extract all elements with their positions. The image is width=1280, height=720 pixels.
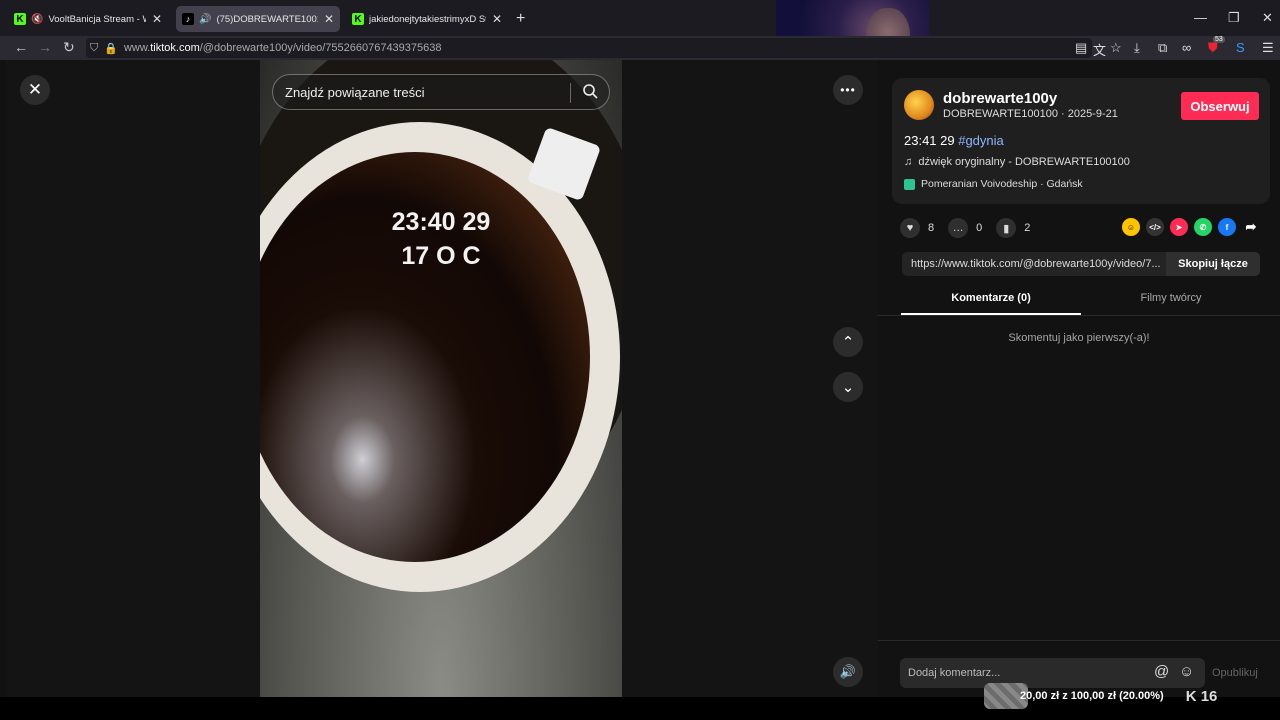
whatsapp-icon[interactable]: ✆ [1194,218,1212,236]
hashtag-link[interactable]: #gdynia [958,133,1004,148]
comment-count: 0 [976,222,983,234]
comment-tabs: Komentarze (0) Filmy twórcy [878,282,1280,316]
goal-text: 20,00 zł z 100,00 zł (20.00%) [1020,690,1164,702]
music-title: dźwięk oryginalny - DOBREWARTE100100 [918,156,1130,168]
comment-icon: … [948,218,969,238]
close-tab-icon[interactable]: ✕ [324,12,334,26]
music-note-icon: ♫ [904,156,913,168]
stream-goal-overlay: 20,00 zł z 100,00 zł (20.00%) K 16 [984,682,1217,710]
bookmark-icon: ▮ [996,218,1017,238]
video-player[interactable]: 23:40 29 17 O C [260,60,622,697]
active-tab-indicator [901,313,1081,315]
video-link-field[interactable]: https://www.tiktok.com/@dobrewarte100y/v… [902,258,1166,270]
video-overlay-time: 23:40 29 [391,208,491,236]
kick-icon: K [352,13,364,25]
reload-button[interactable]: ↻ [63,39,75,56]
url-prefix: www. [123,42,151,54]
browser-tab-3[interactable]: K jakiedonejtytakiestrimyxD Strea ✕ [346,6,508,32]
tab-title: jakiedonejtytakiestrimyxD Strea [369,13,486,25]
extensions-icon[interactable]: ⧉ [1158,40,1167,56]
search-icon[interactable] [582,83,598,99]
translate-icon[interactable]: 文 [1093,40,1106,59]
caption-text: 23:41 29 [904,133,959,148]
tiktok-page: 23:40 29 17 O C Znajdź powiązane treści … [0,60,1280,697]
muted-speaker-icon[interactable]: 🔇 [31,14,43,25]
close-video-button[interactable]: ✕ [20,75,50,105]
menu-icon[interactable]: ☰ [1262,40,1274,56]
restore-button[interactable]: ❐ [1228,10,1240,26]
author-username[interactable]: dobrewarte100y [943,90,1057,107]
close-tab-icon[interactable]: ✕ [152,12,162,26]
location-pin-icon [904,178,915,190]
copy-link-row: https://www.tiktok.com/@dobrewarte100y/v… [902,252,1260,276]
publish-button[interactable]: Opublikuj [1212,667,1258,679]
like-count: 8 [928,222,935,234]
send-icon[interactable]: ➤ [1170,218,1188,236]
share-icons: ☺ </> ➤ ✆ f ➦ [1122,218,1266,236]
browser-tab-1[interactable]: K 🔇 VooltBanicja Stream - Watc ✕ [8,6,168,32]
extension-badge: 53 [1213,36,1225,43]
more-options-button[interactable]: ••• [833,75,863,105]
save-button[interactable]: ▮ 2 [996,218,1030,238]
music-link[interactable]: ♫ dźwięk oryginalny - DOBREWARTE100100 [904,156,1130,168]
new-tab-button[interactable]: + [516,10,525,28]
close-tab-icon[interactable]: ✕ [492,12,502,26]
back-button[interactable]: ← [14,39,28,55]
kick-icon: K [14,13,26,25]
downloads-icon[interactable]: ⤓ [1134,40,1140,56]
next-video-button[interactable]: ⌄ [833,372,863,402]
tab-creator-videos[interactable]: Filmy twórcy [1081,292,1261,304]
author-subline: DOBREWARTE100100 · 2025-9-21 [943,108,1118,120]
browser-tabbar: K 🔇 VooltBanicja Stream - Watc ✕ ♪ 🔊 (75… [0,0,1280,36]
like-button[interactable]: ♥ 8 [900,218,934,238]
tab-comments[interactable]: Komentarze (0) [901,292,1081,304]
heart-icon: ♥ [900,218,920,238]
friends-share-icon[interactable]: ☺ [1122,218,1140,236]
emoji-icon[interactable]: ☺ [1179,663,1194,680]
post-panel: dobrewarte100y DOBREWARTE100100 · 2025-9… [878,60,1280,697]
avatar[interactable] [904,90,934,120]
shield-icon[interactable]: ⛉ [90,42,98,55]
reader-view-icon[interactable]: ▤ [1075,40,1087,56]
goal-count: 16 [1200,687,1218,705]
tab-title: VooltBanicja Stream - Watc [48,13,145,25]
location-text: Pomeranian Voivodeship · Gdańsk [921,178,1083,190]
share-arrow-icon[interactable]: ➦ [1242,218,1260,236]
tiktok-icon: ♪ [182,13,194,25]
close-window-button[interactable]: ✕ [1262,10,1273,26]
comment-button[interactable]: … 0 [948,218,982,238]
url-bar[interactable]: ⛉ 🔒 www. tiktok.com/@dobrewarte100y/video… [86,38,1092,58]
lock-icon[interactable]: 🔒 [104,42,118,55]
mention-icon[interactable]: @ [1154,663,1169,680]
forward-button[interactable]: → [38,39,52,55]
url-path: /@dobrewarte100y/video/75526607674393756… [199,42,442,54]
copy-link-button[interactable]: Skopiuj łącze [1166,252,1260,276]
volume-button[interactable]: 🔊 [833,657,863,687]
glasses-icon[interactable]: ∞ [1182,40,1191,55]
speaker-icon[interactable]: 🔊 [199,14,211,25]
comment-placeholder: Dodaj komentarz... [908,667,1001,679]
stylus-icon[interactable]: S [1236,40,1245,55]
embed-icon[interactable]: </> [1146,218,1164,236]
previous-video-button[interactable]: ⌃ [833,327,863,357]
kick-logo-icon: K [1185,687,1201,705]
tab-title: (75)DOBREWARTE100100 ( [216,13,317,25]
url-host: tiktok.com [150,42,200,54]
browser-navbar: ← → ↻ ⛉ 🔒 www. tiktok.com/@dobrewarte100y… [0,36,1280,60]
engagement-stats: ♥ 8 … 0 ▮ 2 [900,218,1044,238]
search-placeholder: Znajdź powiązane treści [285,84,425,100]
empty-comments-text: Skomentuj jako pierwszy(-a)! [1008,332,1150,344]
location-link[interactable]: Pomeranian Voivodeship · Gdańsk [904,178,1083,190]
post-caption: 23:41 29 #gdynia [904,133,1004,148]
post-info-card: dobrewarte100y DOBREWARTE100100 · 2025-9… [892,78,1270,204]
bookmark-star-icon[interactable]: ☆ [1110,40,1122,56]
video-overlay-temp: 17 O C [401,242,481,270]
facebook-icon[interactable]: f [1218,218,1236,236]
related-search-input[interactable]: Znajdź powiązane treści [272,74,610,110]
follow-button[interactable]: Obserwuj [1181,92,1259,120]
save-count: 2 [1024,222,1031,234]
minimize-button[interactable]: — [1194,10,1207,25]
browser-tab-2[interactable]: ♪ 🔊 (75)DOBREWARTE100100 ( ✕ [176,6,340,32]
